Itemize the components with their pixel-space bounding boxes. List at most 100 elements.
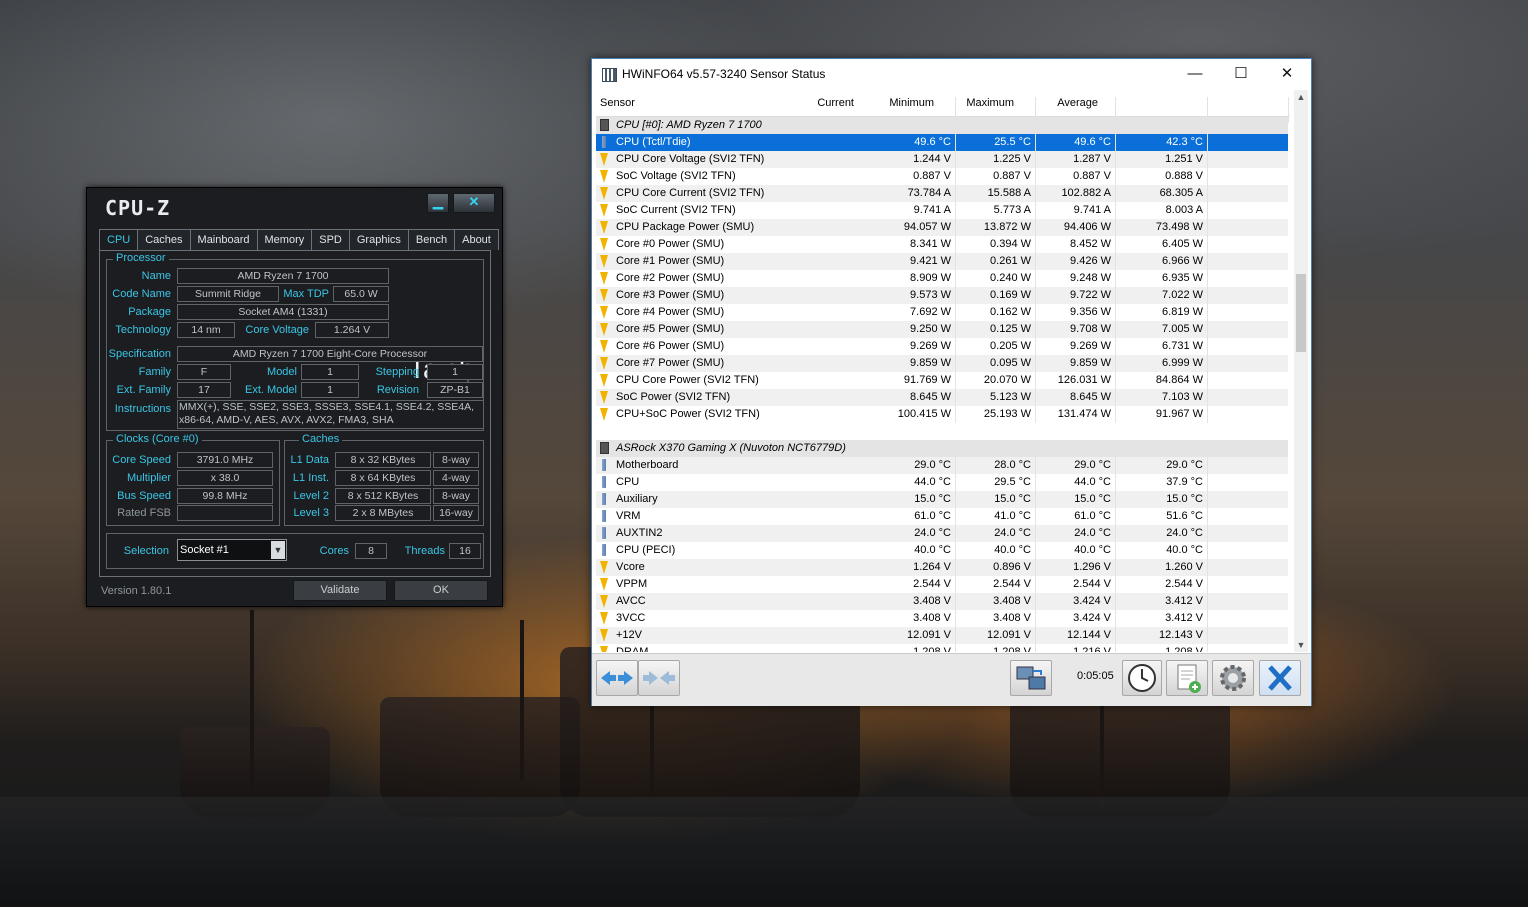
sensor-value-avg: 6.935 W (1162, 272, 1203, 284)
l2-value: 8 x 512 KBytes (335, 488, 431, 504)
ok-button[interactable]: OK (394, 580, 488, 601)
vertical-scrollbar[interactable]: ▲ ▼ (1294, 90, 1308, 652)
sensor-row[interactable]: AUXTIN2 24.0 °C 24.0 °C 24.0 °C 24.0 °C (596, 525, 1288, 542)
close-button[interactable]: ✕ (453, 193, 495, 213)
report-button[interactable] (1166, 660, 1208, 696)
sensor-value-cur: 9.250 W (910, 323, 951, 335)
clock-button[interactable] (1122, 660, 1162, 696)
minimize-button[interactable]: — (1180, 63, 1210, 85)
sensor-value-avg: 15.0 °C (1166, 493, 1203, 505)
sensor-name: CPU (PECI) (616, 544, 676, 556)
sensor-row[interactable]: Core #3 Power (SMU) 9.573 W 0.169 W 9.722 W… (596, 287, 1288, 304)
sensor-value-cur: 9.573 W (910, 289, 951, 301)
chevron-down-icon[interactable]: ▼ (271, 541, 285, 559)
cell-divider (955, 542, 956, 559)
column-header-minimum[interactable]: Minimum (889, 97, 934, 109)
tab-memory[interactable]: Memory (256, 229, 313, 250)
tab-graphics[interactable]: Graphics (348, 229, 409, 250)
cell-divider (1115, 185, 1116, 202)
sensor-row[interactable]: CPU (Tctl/Tdie) 49.6 °C 25.5 °C 49.6 °C 42.3… (596, 134, 1288, 151)
sensor-row[interactable]: Motherboard 29.0 °C 28.0 °C 29.0 °C 29.0 °C (596, 457, 1288, 474)
cell-divider (1035, 185, 1036, 202)
sensor-row[interactable]: Vcore 1.264 V 0.896 V 1.296 V 1.260 V (596, 559, 1288, 576)
family-label: Family (138, 366, 171, 378)
corevoltage-label: Core Voltage (245, 324, 309, 336)
sensor-row[interactable]: CPU Core Current (SVI2 TFN) 73.784 A 15.58… (596, 185, 1288, 202)
sensor-row[interactable]: +12V 12.091 V 12.091 V 12.144 V 12.143 V (596, 627, 1288, 644)
sensor-row[interactable]: DRAM 1.208 V 1.208 V 1.216 V 1.208 V (596, 644, 1288, 652)
maximize-button[interactable]: ☐ (1226, 63, 1256, 85)
tab-caches[interactable]: Caches (137, 229, 191, 250)
sensor-row[interactable]: CPU 44.0 °C 29.5 °C 44.0 °C 37.9 °C (596, 474, 1288, 491)
tab-bench[interactable]: Bench (407, 229, 456, 250)
sensor-row[interactable]: Auxiliary 15.0 °C 15.0 °C 15.0 °C 15.0 °C (596, 491, 1288, 508)
sensor-row[interactable]: Core #1 Power (SMU) 9.421 W 0.261 W 9.426 W… (596, 253, 1288, 270)
column-divider[interactable] (1288, 97, 1289, 123)
collapse-button[interactable] (638, 660, 680, 696)
sensor-table-header: Sensor Current Minimum Maximum Average (596, 90, 1290, 123)
sensor-row[interactable]: Core #5 Power (SMU) 9.250 W 0.125 W 9.708 W… (596, 321, 1288, 338)
column-header-current[interactable]: Current (817, 97, 854, 109)
column-header-sensor[interactable]: Sensor (600, 97, 635, 109)
scroll-down-icon[interactable]: ▼ (1296, 640, 1306, 650)
sensor-row[interactable]: Core #6 Power (SMU) 9.269 W 0.205 W 9.269 W… (596, 338, 1288, 355)
sensor-row[interactable]: CPU Core Power (SVI2 TFN) 91.769 W 20.070 … (596, 372, 1288, 389)
nav-expand-icon (601, 671, 633, 685)
sensor-row[interactable]: SoC Power (SVI2 TFN) 8.645 W 5.123 W 8.645 … (596, 389, 1288, 406)
instructions-line: MMX(+), SSE, SSE2, SSE3, SSSE3, SSE4.1, … (179, 401, 475, 413)
sensor-group-header[interactable]: CPU [#0]: AMD Ryzen 7 1700 (596, 117, 1288, 134)
extmodel-value: 1 (301, 382, 359, 398)
sensor-row[interactable]: SoC Current (SVI2 TFN) 9.741 A 5.773 A 9.74… (596, 202, 1288, 219)
sensor-row[interactable]: CPU Package Power (SMU) 94.057 W 13.872 W 9… (596, 219, 1288, 236)
instructions-label: Instructions (114, 403, 171, 415)
sensor-row[interactable]: 3VCC 3.408 V 3.408 V 3.424 V 3.412 V (596, 610, 1288, 627)
cores-label: Cores (319, 545, 349, 557)
settings-button[interactable] (1212, 660, 1254, 696)
tab-mainboard[interactable]: Mainboard (189, 229, 258, 250)
column-header-maximum[interactable]: Maximum (966, 97, 1014, 109)
sensor-value-avg: 3.412 V (1165, 595, 1203, 607)
thermometer-icon (600, 544, 608, 556)
close-button[interactable]: ✕ (1272, 63, 1302, 85)
title-bar[interactable]: HWiNFO64 v5.57-3240 Sensor Status — ☐ ✕ (592, 59, 1311, 89)
sensor-row[interactable]: CPU Core Voltage (SVI2 TFN) 1.244 V 1.225 … (596, 151, 1288, 168)
sensor-row[interactable]: AVCC 3.408 V 3.408 V 3.424 V 3.412 V (596, 593, 1288, 610)
sensor-row[interactable]: Core #7 Power (SMU) 9.859 W 0.095 W 9.859 W… (596, 355, 1288, 372)
cell-divider (1115, 338, 1116, 355)
sensor-row[interactable]: SoC Voltage (SVI2 TFN) 0.887 V 0.887 V 0.88… (596, 168, 1288, 185)
sensor-value-min: 3.408 V (993, 612, 1031, 624)
cell-divider (955, 440, 956, 457)
minimize-button[interactable]: ▁ (427, 193, 449, 213)
sensor-row[interactable]: VPPM 2.544 V 2.544 V 2.544 V 2.544 V (596, 576, 1288, 593)
chip-icon (600, 442, 609, 454)
cell-divider (1207, 474, 1208, 491)
cell-divider (1035, 440, 1036, 457)
close-sensors-button[interactable] (1259, 660, 1301, 696)
socket-select[interactable]: Socket #1 ▼ (177, 539, 287, 561)
validate-button[interactable]: Validate (293, 580, 387, 601)
cell-divider (955, 644, 956, 652)
tab-cpu[interactable]: CPU (99, 229, 139, 251)
tab-about[interactable]: About (454, 229, 499, 250)
cell-divider (1115, 355, 1116, 372)
column-header-average[interactable]: Average (1057, 97, 1098, 109)
cell-divider (1035, 372, 1036, 389)
lightning-icon (600, 612, 608, 625)
tab-spd[interactable]: SPD (311, 229, 350, 250)
l3-label: Level 3 (293, 507, 329, 519)
scroll-thumb[interactable] (1296, 274, 1306, 352)
sensor-group-header[interactable]: ASRock X370 Gaming X (Nuvoton NCT6779D) (596, 440, 1288, 457)
package-value: Socket AM4 (1331) (177, 304, 389, 320)
sensor-row[interactable]: CPU (PECI) 40.0 °C 40.0 °C 40.0 °C 40.0 °C (596, 542, 1288, 559)
sensor-row[interactable]: Core #2 Power (SMU) 8.909 W 0.240 W 9.248 W… (596, 270, 1288, 287)
sensor-row[interactable]: Core #0 Power (SMU) 8.341 W 0.394 W 8.452 W… (596, 236, 1288, 253)
sensor-row[interactable]: VRM 61.0 °C 41.0 °C 61.0 °C 51.6 °C (596, 508, 1288, 525)
network-button[interactable] (1010, 660, 1052, 696)
cell-divider (1035, 389, 1036, 406)
expand-button[interactable] (596, 660, 638, 696)
sensor-row[interactable]: Core #4 Power (SMU) 7.692 W 0.162 W 9.356 W… (596, 304, 1288, 321)
sensor-name: AUXTIN2 (616, 527, 663, 539)
thermometer-icon (600, 459, 608, 471)
scroll-up-icon[interactable]: ▲ (1296, 92, 1306, 102)
sensor-row[interactable]: CPU+SoC Power (SVI2 TFN) 100.415 W 25.193 … (596, 406, 1288, 423)
